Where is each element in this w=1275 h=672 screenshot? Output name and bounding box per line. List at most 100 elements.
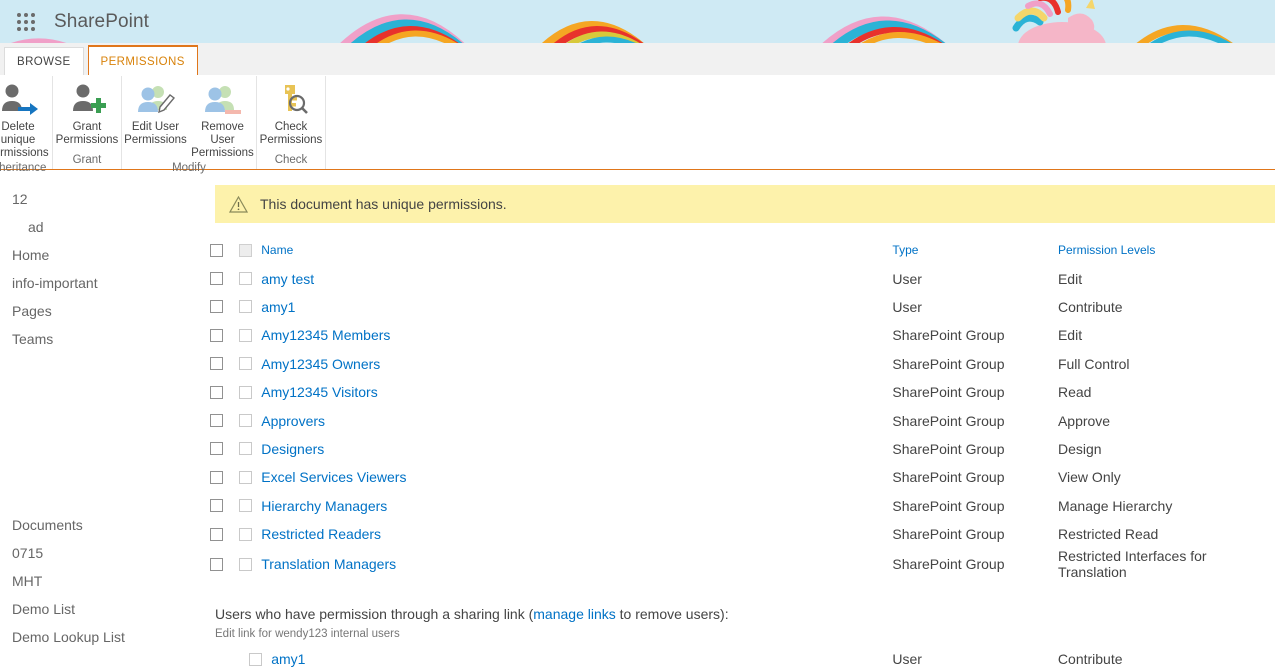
tab-permissions[interactable]: PERMISSIONS [87,45,198,75]
warning-triangle-icon [229,195,248,213]
principal-name-link[interactable]: Approvers [261,413,325,429]
quick-launch-sidebar: 12 ad Home info-important Pages Teams Do… [0,170,205,665]
principal-name-link[interactable]: amy1 [261,299,295,315]
principal-checkbox[interactable] [239,300,253,314]
principal-name-cell: amy1 [231,293,892,321]
principal-name-link[interactable]: Amy12345 Members [261,327,390,343]
principal-checkbox[interactable] [249,652,263,666]
permission-level-cell: Contribute [1057,298,1123,315]
principal-name-link[interactable]: Translation Managers [261,556,396,572]
principal-name-link[interactable]: Amy12345 Owners [261,356,380,372]
ribbon-group-grant: Grant Permissions Grant [53,76,122,169]
principal-name-cell: Hierarchy Managers [231,492,892,520]
principal-checkbox[interactable] [239,557,253,571]
permission-level-cell: Edit [1057,270,1083,287]
grant-permissions-button[interactable]: Grant Permissions [53,76,121,152]
principal-name-cell: Amy12345 Owners [231,350,892,378]
principal-checkbox[interactable] [239,414,253,428]
sidebar-item-0715[interactable]: 0715 [0,539,205,567]
principal-checkbox[interactable] [239,470,253,484]
principal-name-link[interactable]: amy1 [271,651,305,667]
ribbon: BROWSE PERMISSIONS Delete unique permiss… [0,43,1275,174]
principal-checkbox[interactable] [239,385,253,399]
row-select-checkbox[interactable] [210,272,223,286]
principal-name-link[interactable]: Excel Services Viewers [261,469,406,485]
row-select-cell [205,520,231,548]
sidebar-item-documents[interactable]: Documents [0,511,205,539]
tab-browse[interactable]: BROWSE [4,47,84,75]
ribbon-tabs: BROWSE PERMISSIONS [0,43,1275,75]
column-header-permission-levels[interactable]: Permission Levels [1058,236,1275,264]
principal-name-link[interactable]: amy test [261,271,314,287]
principal-type-cell: SharePoint Group [892,469,1005,486]
permission-level-cell: Edit [1057,327,1083,344]
principal-name-link[interactable]: Amy12345 Visitors [261,384,377,400]
remove-user-permissions-label: Remove User Permissions [191,121,254,159]
principal-name-link[interactable]: Hierarchy Managers [261,498,387,514]
permission-level-cell: Manage Hierarchy [1057,497,1173,514]
sidebar-item-pages[interactable]: Pages [0,297,205,325]
row-select-cell [205,264,231,292]
delete-unique-permissions-button[interactable]: Delete unique permissions [0,76,52,160]
sidebar-item-teams[interactable]: Teams [0,325,205,353]
suite-title[interactable]: SharePoint [54,11,149,33]
permission-level-cell: Full Control [1057,355,1130,372]
sidebar-item-home[interactable]: Home [0,241,205,269]
ribbon-group-inheritance: Delete unique permissions Inheritance [0,76,53,174]
edit-user-permissions-button[interactable]: Edit User Permissions [122,76,189,160]
principal-name-cell: Amy12345 Visitors [231,378,892,406]
principal-name-link[interactable]: Restricted Readers [261,526,381,542]
sidebar-item-mht[interactable]: MHT [0,567,205,595]
principal-type-cell: User [892,270,922,287]
row-select-checkbox[interactable] [210,357,223,371]
sidebar-item-demo-lookup-list[interactable]: Demo Lookup List [0,623,205,651]
header-row-checkbox [239,243,253,257]
row-select-checkbox[interactable] [210,300,223,314]
principal-name-cell: amy test [231,264,892,292]
row-select-checkbox[interactable] [210,385,223,399]
principal-checkbox[interactable] [239,357,253,371]
sharing-link-table: amy1 User Contribute [215,645,1275,672]
row-select-checkbox[interactable] [210,442,223,456]
row-select-checkbox[interactable] [210,499,223,513]
column-header-name[interactable]: Name [231,236,892,264]
sharing-link-title: Users who have permission through a shar… [215,605,1275,623]
sidebar-item-ad[interactable]: ad [0,213,205,241]
principal-name-cell: Approvers [231,406,892,434]
grant-permissions-label: Grant Permissions [55,121,119,146]
row-select-checkbox[interactable] [210,414,223,428]
check-permissions-button[interactable]: Check Permissions [257,76,325,152]
users-minus-icon [203,82,243,118]
sidebar-item-12[interactable]: 12 [0,185,205,213]
row-select-checkbox[interactable] [210,328,223,342]
manage-links-link[interactable]: manage links [533,606,616,622]
select-all-checkbox[interactable] [210,243,223,257]
principal-name-link[interactable]: Designers [261,441,324,457]
principal-type-cell: SharePoint Group [892,556,1005,573]
row-select-checkbox[interactable] [210,527,223,541]
table-row: amy1 User Contribute [205,293,1275,321]
sidebar-item-demo-list[interactable]: Demo List [0,595,205,623]
ribbon-group-title-check: Check [274,154,308,166]
principal-type-cell: SharePoint Group [892,412,1005,429]
principal-checkbox[interactable] [239,442,253,456]
row-select-cell [205,492,231,520]
suite-bar: SharePoint [0,0,1275,43]
sidebar-item-info-important[interactable]: info-important [0,269,205,297]
principal-type-cell: SharePoint Group [892,355,1005,372]
permission-level-cell: Restricted Read [1057,526,1159,543]
remove-user-permissions-button[interactable]: Remove User Permissions [189,76,256,160]
principal-name-cell: Restricted Readers [231,520,892,548]
users-pencil-icon [136,82,176,118]
sharing-text-before: Users who have permission through a shar… [215,606,534,623]
row-select-checkbox[interactable] [210,557,223,571]
column-header-type[interactable]: Type [892,236,1058,264]
principal-checkbox[interactable] [239,272,253,286]
row-select-checkbox[interactable] [210,470,223,484]
principal-checkbox[interactable] [239,527,253,541]
principal-checkbox[interactable] [239,328,253,342]
table-row: Designers SharePoint Group Design [205,435,1275,463]
row-select-cell [205,350,231,378]
principal-checkbox[interactable] [239,499,253,513]
app-launcher-icon[interactable] [10,12,42,31]
